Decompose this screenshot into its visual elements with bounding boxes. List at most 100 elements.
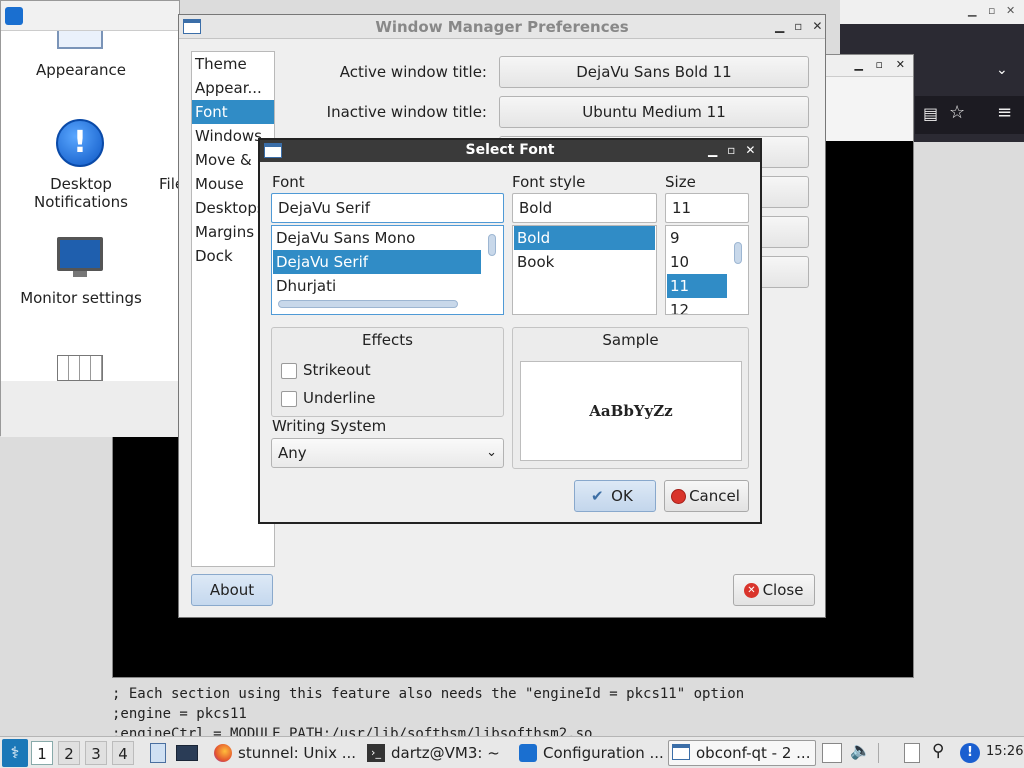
list-item[interactable]: Dhurjati bbox=[273, 274, 481, 298]
task-configuration[interactable]: Configuration ... bbox=[519, 741, 664, 765]
ok-button[interactable]: ✔ OK bbox=[574, 480, 656, 512]
close-icon[interactable]: ✕ bbox=[812, 19, 832, 33]
font-style-list[interactable]: Bold Book bbox=[512, 225, 657, 315]
clipboard-icon[interactable] bbox=[904, 743, 920, 763]
info-icon[interactable]: ! bbox=[56, 119, 104, 167]
notification-icon[interactable]: ! bbox=[960, 743, 980, 763]
font-style-input[interactable]: Bold bbox=[512, 193, 657, 223]
size-list-vscroll[interactable] bbox=[734, 242, 742, 264]
chevron-down-icon[interactable]: ⌄ bbox=[996, 62, 1008, 78]
desktop-4-button[interactable]: 4 bbox=[112, 741, 134, 765]
inactive-title-font-button[interactable]: Ubuntu Medium 11 bbox=[499, 96, 809, 128]
desktop-3-button[interactable]: 3 bbox=[85, 741, 107, 765]
file-manager-icon[interactable] bbox=[150, 743, 166, 763]
hamburger-menu-icon[interactable]: ≡ bbox=[997, 102, 1012, 123]
font-label: Font bbox=[272, 173, 305, 191]
sample-group: Sample AaBbYyZz bbox=[512, 327, 749, 469]
sidebar-item-theme[interactable]: Theme bbox=[192, 52, 274, 76]
list-item[interactable]: DejaVu Serif bbox=[273, 250, 481, 274]
active-title-label: Active window title: bbox=[339, 63, 487, 81]
task-obconf[interactable]: obconf-qt - 2 ... bbox=[672, 741, 810, 765]
list-item[interactable]: 12 bbox=[667, 298, 727, 314]
start-menu-icon[interactable]: ⚕ bbox=[2, 739, 28, 767]
clock[interactable]: 15:26 bbox=[986, 744, 1023, 759]
task-stunnel[interactable]: stunnel: Unix ... bbox=[214, 741, 356, 765]
task-terminal[interactable]: ›_ dartz@VM3: ~ bbox=[367, 741, 500, 765]
keyboard-icon[interactable] bbox=[57, 355, 103, 381]
taskbar: ⚕ 1 2 3 4 stunnel: Unix ... ›_ dartz@VM3… bbox=[0, 736, 1024, 768]
volume-icon[interactable]: 🔈 bbox=[850, 741, 871, 761]
maximize-icon[interactable]: ▫ bbox=[727, 143, 745, 157]
font-list-vscroll[interactable] bbox=[488, 234, 496, 256]
maximize-icon[interactable]: ▫ bbox=[988, 4, 995, 17]
close-icon[interactable]: ✕ bbox=[896, 58, 905, 71]
window-icon bbox=[672, 744, 690, 760]
close-icon[interactable]: ✕ bbox=[745, 143, 765, 157]
list-item[interactable]: 9 bbox=[667, 226, 727, 250]
effects-title: Effects bbox=[362, 331, 413, 349]
font-list-hscroll[interactable] bbox=[278, 300, 458, 308]
appearance-item[interactable]: Appearance bbox=[1, 61, 161, 79]
maximize-icon[interactable]: ▫ bbox=[794, 19, 812, 33]
font-input[interactable]: DejaVu Serif bbox=[271, 193, 504, 223]
task-label: obconf-qt - 2 ... bbox=[696, 744, 811, 762]
underline-label[interactable]: Underline bbox=[303, 389, 375, 407]
minimize-icon[interactable]: ▁ bbox=[708, 143, 727, 157]
sidebar-item-font[interactable]: Font bbox=[192, 100, 274, 124]
underline-checkbox[interactable] bbox=[281, 391, 297, 407]
about-button[interactable]: About bbox=[191, 574, 273, 606]
chevron-down-icon: ⌄ bbox=[486, 445, 497, 460]
cancel-button[interactable]: Cancel bbox=[664, 480, 749, 512]
size-list[interactable]: 9 10 11 12 bbox=[665, 225, 749, 315]
list-item[interactable]: 10 bbox=[667, 250, 727, 274]
ok-button-label: OK bbox=[611, 487, 633, 505]
minimize-icon[interactable]: ▁ bbox=[775, 19, 794, 33]
config-icon bbox=[519, 744, 537, 762]
window-controls: ▁▫✕ bbox=[708, 143, 765, 157]
show-desktop-icon[interactable] bbox=[176, 745, 198, 761]
config-footer bbox=[1, 381, 179, 437]
maximize-icon[interactable]: ▫ bbox=[876, 58, 883, 71]
appearance-icon[interactable] bbox=[57, 31, 103, 49]
tray-divider bbox=[878, 743, 879, 763]
minimize-icon[interactable]: ▁ bbox=[968, 4, 976, 17]
desktop-1-button[interactable]: 1 bbox=[31, 741, 53, 765]
cancel-icon bbox=[671, 489, 686, 504]
terminal-icon: ›_ bbox=[367, 744, 385, 762]
window-controls: ▁▫✕ bbox=[775, 19, 832, 33]
font-list[interactable]: DejaVu Sans Mono DejaVu Serif Dhurjati bbox=[271, 225, 504, 315]
active-title-font-button[interactable]: DejaVu Sans Bold 11 bbox=[499, 56, 809, 88]
check-icon: ✔ bbox=[591, 487, 604, 505]
reader-view-icon[interactable]: ▤ bbox=[923, 104, 938, 123]
monitor-settings-item[interactable]: Monitor settings bbox=[1, 289, 161, 307]
monitor-icon[interactable] bbox=[57, 237, 103, 271]
list-item[interactable]: Bold bbox=[514, 226, 655, 250]
wm-titlebar: Window Manager Preferences ▁▫✕ bbox=[179, 15, 825, 39]
sidebar-item-appearance[interactable]: Appear... bbox=[192, 76, 274, 100]
writing-system-value: Any bbox=[278, 444, 307, 462]
list-item[interactable]: DejaVu Sans Mono bbox=[273, 226, 481, 250]
list-item[interactable]: 11 bbox=[667, 274, 727, 298]
desktop-notifications-item[interactable]: Desktop Notifications bbox=[1, 175, 161, 211]
terminal-line: ; Each section using this feature also n… bbox=[112, 686, 745, 702]
strikeout-checkbox[interactable] bbox=[281, 363, 297, 379]
task-label: stunnel: Unix ... bbox=[238, 744, 357, 762]
bookmark-star-icon[interactable]: ☆ bbox=[949, 102, 965, 123]
size-input[interactable]: 11 bbox=[665, 193, 749, 223]
size-label: Size bbox=[665, 173, 696, 191]
firefox-icon bbox=[214, 744, 232, 762]
strikeout-label[interactable]: Strikeout bbox=[303, 361, 371, 379]
minimize-icon[interactable]: ▁ bbox=[855, 58, 863, 71]
select-font-title: Select Font bbox=[465, 142, 555, 158]
network-icon[interactable]: ⚲ bbox=[932, 741, 944, 761]
monitor-stand bbox=[73, 271, 87, 277]
app-icon bbox=[5, 7, 23, 25]
configuration-center-window: Appearance ! Desktop Notifications File … bbox=[0, 0, 184, 437]
close-icon[interactable]: ✕ bbox=[1006, 4, 1015, 17]
writing-system-select[interactable]: Any ⌄ bbox=[271, 438, 504, 468]
desktop-2-button[interactable]: 2 bbox=[58, 741, 80, 765]
tray-window-icon[interactable] bbox=[822, 743, 842, 763]
list-item[interactable]: Book bbox=[514, 250, 655, 274]
font-style-label: Font style bbox=[512, 173, 586, 191]
close-button[interactable]: ✕ Close bbox=[733, 574, 815, 606]
